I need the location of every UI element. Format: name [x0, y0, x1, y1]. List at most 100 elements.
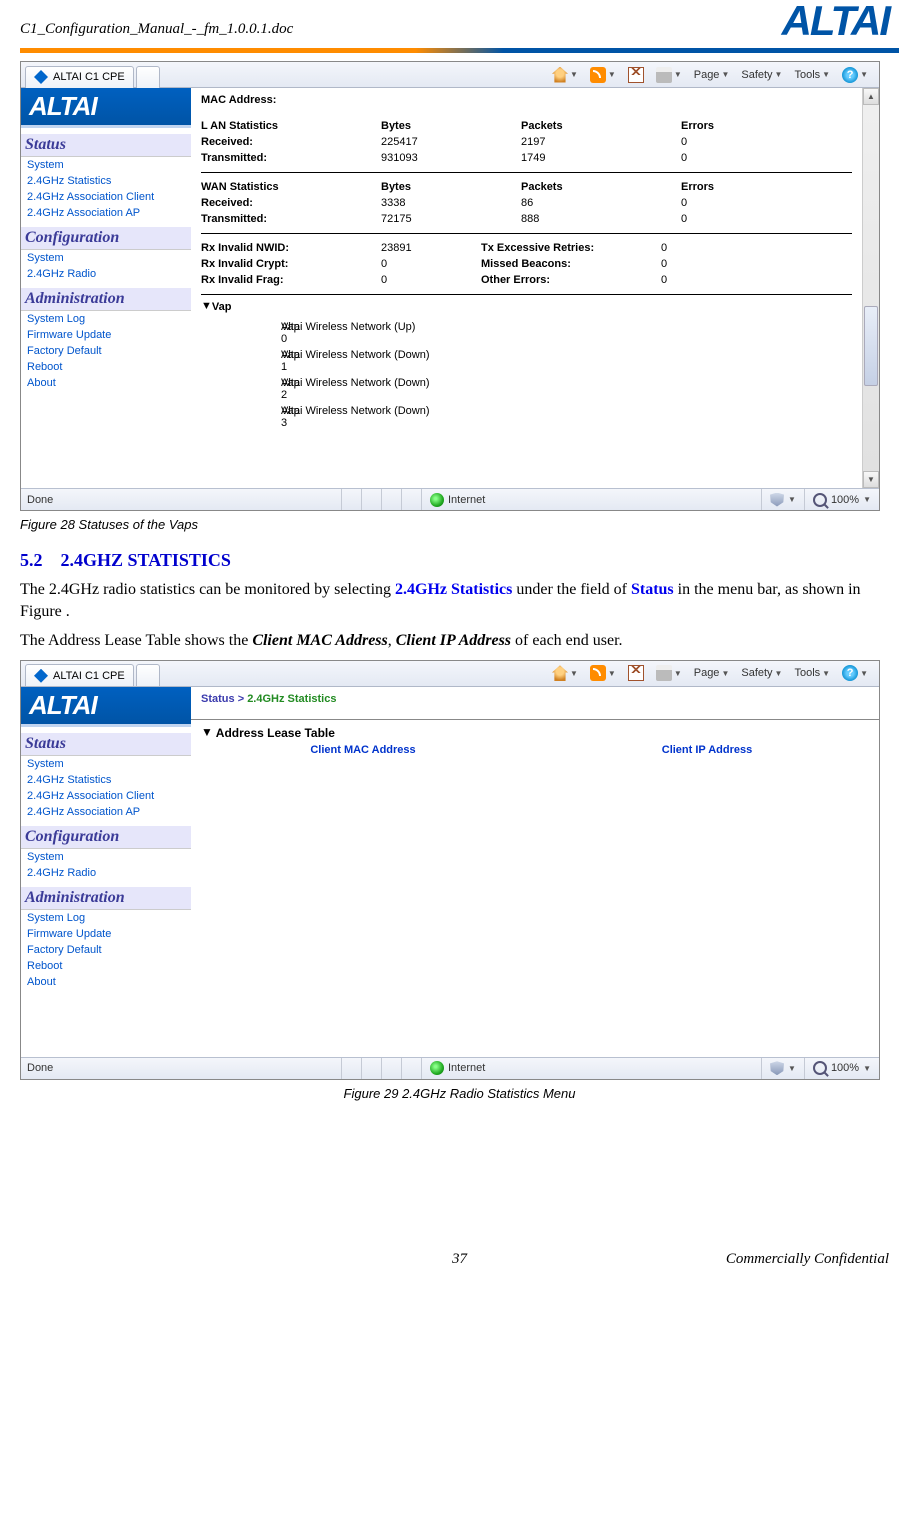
nav-link-factory[interactable]: Factory Default	[21, 343, 191, 359]
breadcrumb-root[interactable]: Status	[201, 693, 235, 705]
feeds-button[interactable]: ▼	[587, 66, 619, 84]
help-button[interactable]: ?▼	[839, 66, 871, 84]
nav-link-cfg-system[interactable]: System	[21, 849, 191, 865]
feed-icon	[590, 67, 606, 83]
zoom-control[interactable]: 100% ▼	[804, 1058, 879, 1079]
shield-icon	[770, 493, 784, 507]
doc-filename: C1_Configuration_Manual_-_fm_1.0.0.1.doc	[20, 21, 293, 42]
address-lease-section: ▼ Address Lease Table Client MAC Address…	[191, 719, 879, 760]
mail-button[interactable]	[625, 664, 647, 682]
lan-tx-errors: 0	[681, 150, 781, 166]
vap-status: Altai Wireless Network (Down)	[281, 349, 541, 373]
wan-tx-label: Transmitted:	[201, 211, 381, 227]
nav-link-reboot[interactable]: Reboot	[21, 359, 191, 375]
tools-menu[interactable]: Tools ▼	[791, 666, 833, 680]
nav-link-assoc-ap[interactable]: 2.4GHz Association AP	[21, 804, 191, 820]
tab-title: ALTAI C1 CPE	[53, 71, 125, 83]
home-button[interactable]: ▼	[549, 664, 581, 682]
sidebar: ALTAI Status System 2.4GHz Statistics 2.…	[21, 687, 191, 1057]
screenshot-24ghz-stats: ALTAI C1 CPE ▼ ▼ ▼ Page ▼ Safety ▼ Tools…	[20, 660, 880, 1080]
vap-row: Vap 0Altai Wireless Network (Up)	[201, 319, 852, 347]
nav-link-about[interactable]: About	[21, 375, 191, 391]
nav-link-cfg-radio[interactable]: 2.4GHz Radio	[21, 266, 191, 282]
ie-toolbar: ALTAI C1 CPE ▼ ▼ ▼ Page ▼ Safety ▼ Tools…	[21, 62, 879, 88]
new-tab-button[interactable]	[136, 66, 160, 88]
section-number: 5.2	[20, 550, 43, 570]
vap-header[interactable]: ▼Vap	[201, 301, 852, 313]
vap-status: Altai Wireless Network (Down)	[281, 377, 541, 401]
help-button[interactable]: ?▼	[839, 664, 871, 682]
mail-icon	[628, 67, 644, 83]
ie-toolbar: ALTAI C1 CPE ▼ ▼ ▼ Page ▼ Safety ▼ Tools…	[21, 661, 879, 687]
breadcrumb: Status > 2.4GHz Statistics	[191, 687, 879, 715]
col-packets: Packets	[521, 118, 681, 134]
nav-link-syslog[interactable]: System Log	[21, 910, 191, 926]
mail-button[interactable]	[625, 66, 647, 84]
nav-link-assoc-client[interactable]: 2.4GHz Association Client	[21, 189, 191, 205]
scroll-thumb[interactable]	[864, 306, 878, 386]
nav-link-24ghz-stats[interactable]: 2.4GHz Statistics	[21, 772, 191, 788]
ie-status-bar: Done Internet ▼ 100% ▼	[21, 488, 879, 510]
nav-link-firmware[interactable]: Firmware Update	[21, 926, 191, 942]
nav-link-about[interactable]: About	[21, 974, 191, 990]
browser-tab[interactable]: ALTAI C1 CPE	[25, 66, 134, 88]
nav-link-firmware[interactable]: Firmware Update	[21, 327, 191, 343]
screenshot-vap-status: ALTAI C1 CPE ▼ ▼ ▼ Page ▼ Safety ▼ Tools…	[20, 61, 880, 511]
alt-title[interactable]: ▼ Address Lease Table	[191, 726, 879, 740]
wan-rx-bytes: 3338	[381, 195, 521, 211]
safety-menu[interactable]: Safety ▼	[738, 68, 785, 82]
print-button[interactable]: ▼	[653, 66, 685, 84]
print-icon	[656, 67, 672, 83]
col-errors: Errors	[681, 118, 781, 134]
nav-link-reboot[interactable]: Reboot	[21, 958, 191, 974]
nav-link-syslog[interactable]: System Log	[21, 311, 191, 327]
scroll-up-button[interactable]: ▲	[863, 88, 879, 105]
zoom-control[interactable]: 100% ▼	[804, 489, 879, 510]
mac-label: MAC Address:	[201, 92, 381, 108]
protected-mode[interactable]: ▼	[761, 1058, 804, 1079]
nav-link-system[interactable]: System	[21, 756, 191, 772]
scroll-track[interactable]	[863, 105, 879, 471]
page-menu[interactable]: Page ▼	[691, 666, 733, 680]
protected-mode[interactable]: ▼	[761, 489, 804, 510]
vap-status: Altai Wireless Network (Down)	[281, 405, 541, 429]
rx-frag-val: 0	[381, 272, 481, 288]
home-button[interactable]: ▼	[549, 66, 581, 84]
divider	[201, 294, 852, 295]
lan-tx-bytes: 931093	[381, 150, 521, 166]
rx-frag-label: Rx Invalid Frag:	[201, 272, 381, 288]
nav-link-cfg-system[interactable]: System	[21, 250, 191, 266]
favicon-icon	[34, 70, 48, 84]
page-menu[interactable]: Page ▼	[691, 68, 733, 82]
nav-link-factory[interactable]: Factory Default	[21, 942, 191, 958]
wan-col-errors: Errors	[681, 179, 781, 195]
ref-client-mac: Client MAC Address	[252, 632, 387, 649]
tools-menu[interactable]: Tools ▼	[791, 68, 833, 82]
new-tab-button[interactable]	[136, 664, 160, 686]
wan-tx-bytes: 72175	[381, 211, 521, 227]
print-icon	[656, 665, 672, 681]
tab-title: ALTAI C1 CPE	[53, 670, 125, 682]
scrollbar[interactable]: ▲ ▼	[862, 88, 879, 488]
help-icon: ?	[842, 67, 858, 83]
print-button[interactable]: ▼	[653, 664, 685, 682]
feeds-button[interactable]: ▼	[587, 664, 619, 682]
safety-menu[interactable]: Safety ▼	[738, 666, 785, 680]
nav-link-cfg-radio[interactable]: 2.4GHz Radio	[21, 865, 191, 881]
browser-tab[interactable]: ALTAI C1 CPE	[25, 664, 134, 686]
globe-icon	[430, 1061, 444, 1075]
feed-icon	[590, 665, 606, 681]
content-pane: MAC Address: L AN Statistics Bytes Packe…	[191, 88, 862, 488]
vap-name: Vap 2	[201, 377, 281, 401]
nav-link-24ghz-stats[interactable]: 2.4GHz Statistics	[21, 173, 191, 189]
scroll-down-button[interactable]: ▼	[863, 471, 879, 488]
nav-head-config: Configuration	[21, 227, 191, 250]
status-zone: Internet	[421, 489, 761, 510]
vap-status: Altai Wireless Network (Up)	[281, 321, 541, 345]
nav-link-system[interactable]: System	[21, 157, 191, 173]
nav-link-assoc-client[interactable]: 2.4GHz Association Client	[21, 788, 191, 804]
page-footer: 37 Commercially Confidential	[20, 1251, 899, 1268]
section-heading: 5.2 2.4GHZ STATISTICS	[20, 550, 899, 571]
nav-link-assoc-ap[interactable]: 2.4GHz Association AP	[21, 205, 191, 221]
wan-title: WAN Statistics	[201, 179, 381, 195]
